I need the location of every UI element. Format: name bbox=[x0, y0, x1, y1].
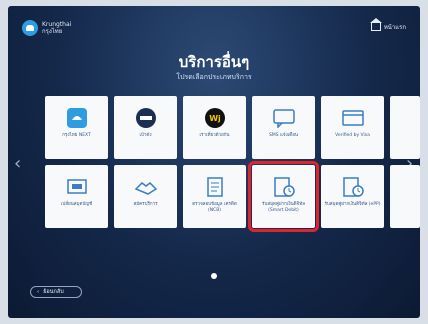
home-label: หน้าแรก bbox=[383, 24, 406, 31]
home-button[interactable]: หน้าแรก bbox=[369, 18, 406, 32]
tile-label: Verified by Visa bbox=[335, 133, 370, 138]
tile-label: เปลี่ยนสมุดบัญชี bbox=[60, 202, 93, 207]
handshake-icon bbox=[133, 176, 159, 198]
passbook-icon bbox=[64, 176, 90, 198]
tile-label: เราเที่ยวด้วยกัน bbox=[199, 133, 230, 138]
prev-arrow[interactable]: ‹ bbox=[14, 154, 24, 174]
kiosk-screen: Krungthai กรุงไทย หน้าแรก บริการอื่นๆ โป… bbox=[8, 6, 420, 318]
we-travel-icon: Wj bbox=[202, 107, 228, 129]
krungthai-next-icon bbox=[64, 107, 90, 129]
page-subtitle: โปรดเลือกประเภทบริการ bbox=[176, 73, 252, 81]
logo-subtext: กรุงไทย bbox=[42, 28, 63, 35]
document-icon bbox=[202, 176, 228, 198]
krungthai-logo-icon bbox=[22, 20, 38, 36]
krungthai-logo: Krungthai กรุงไทย bbox=[22, 20, 71, 36]
tile-ncb[interactable]: ตรวจสอบข้อมูล เครดิต (NCB) bbox=[183, 165, 246, 228]
tile-label: เป๋าตัง bbox=[139, 133, 152, 138]
tile-label: ตรวจสอบข้อมูล เครดิต (NCB) bbox=[192, 202, 237, 213]
chevron-left-icon: ‹ bbox=[37, 289, 40, 295]
tile-partial[interactable] bbox=[390, 96, 420, 159]
sms-icon bbox=[271, 107, 297, 129]
digital-book-clock-icon bbox=[340, 176, 366, 198]
selection-highlight bbox=[248, 161, 319, 232]
tile-epp[interactable]: รับสมุดคู่ฝากเงินดิจิทัล (ePP) bbox=[321, 165, 384, 228]
back-button[interactable]: ‹ ย้อนกลับ bbox=[30, 286, 82, 298]
logo-text: Krungthai bbox=[42, 21, 72, 28]
tile-passbook[interactable]: เปลี่ยนสมุดบัญชี bbox=[45, 165, 108, 228]
tile-sms[interactable]: SMS แจ้งเตือน bbox=[252, 96, 315, 159]
tile-paotang[interactable]: เป๋าตัง bbox=[114, 96, 177, 159]
verified-visa-icon bbox=[340, 107, 366, 129]
tile-we-travel[interactable]: Wj เราเที่ยวด้วยกัน bbox=[183, 96, 246, 159]
page-dot-active[interactable] bbox=[211, 273, 217, 279]
tile-partial[interactable] bbox=[390, 165, 420, 228]
tile-label: SMS แจ้งเตือน bbox=[269, 133, 298, 138]
tile-label: รับสมุดคู่ฝากเงินดิจิทัล (ePP) bbox=[324, 202, 381, 207]
tile-handshake[interactable]: สมัครบริการ bbox=[114, 165, 177, 228]
page-indicator bbox=[8, 273, 420, 279]
tile-label: กรุงไทย NEXT bbox=[62, 133, 91, 138]
tile-krungthai-next[interactable]: กรุงไทย NEXT bbox=[45, 96, 108, 159]
paotang-icon bbox=[133, 107, 159, 129]
back-label: ย้อนกลับ bbox=[43, 289, 64, 295]
page-title: บริการอื่นๆ bbox=[178, 53, 250, 71]
tile-label: สมัครบริการ bbox=[133, 202, 158, 207]
svg-text:Wj: Wj bbox=[209, 114, 221, 123]
home-icon bbox=[369, 18, 382, 31]
tile-verified-visa[interactable]: Verified by Visa bbox=[321, 96, 384, 159]
